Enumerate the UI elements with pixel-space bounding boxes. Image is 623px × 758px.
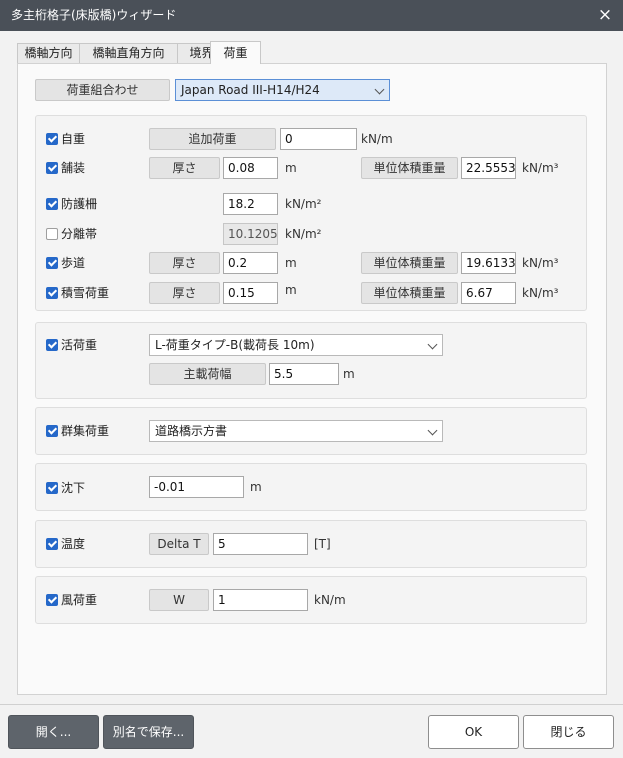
pavement-unit-weight-unit: kN/m³ (522, 161, 559, 175)
settlement-input[interactable]: -0.01 (149, 476, 244, 498)
live-load-value: L-荷重タイプ-B(載荷長 10m) (155, 338, 315, 352)
pavement-thickness-input[interactable]: 0.08 (223, 157, 278, 179)
pavement-unit-weight-input[interactable]: 22.5553 (461, 157, 516, 179)
main-loading-width-button[interactable]: 主載荷幅 (149, 363, 266, 385)
pavement-label: 舗装 (61, 161, 86, 175)
dialog-body: 橋軸方向 橋軸直角方向 境界 荷重 荷重組合わせ Japan Road III-… (0, 31, 623, 758)
snow-thickness-input[interactable]: 0.15 (223, 282, 278, 304)
crowd-load-select[interactable]: 道路橋示方書 (149, 420, 443, 442)
crowd-load-group: 群集荷重 道路橋示方書 (35, 407, 587, 455)
settlement-unit: m (250, 480, 262, 494)
checkbox-checked-icon (46, 339, 58, 351)
load-combination-select[interactable]: Japan Road III-H14/H24 (175, 79, 390, 101)
snow-unit-weight-input[interactable]: 6.67 (461, 282, 516, 304)
snow-unit-weight-button[interactable]: 単位体積重量 (361, 282, 458, 304)
checkbox-checked-icon (46, 198, 58, 210)
sidewalk-label: 歩道 (61, 256, 86, 270)
sidewalk-thickness-unit: m (285, 256, 297, 270)
self-weight-input[interactable]: 0 (280, 128, 357, 150)
close-icon[interactable]: × (596, 6, 614, 24)
dead-load-group: 自重 追加荷重 0 kN/m 舗装 厚さ 0.08 m 単位体積重量 22.55… (35, 115, 587, 311)
pavement-unit-weight-button[interactable]: 単位体積重量 (361, 157, 458, 179)
wind-w-button[interactable]: W (149, 589, 209, 611)
live-load-label: 活荷重 (61, 338, 98, 352)
load-combination-value: Japan Road III-H14/H24 (181, 83, 320, 97)
temperature-input[interactable]: 5 (213, 533, 308, 555)
sidewalk-unit-weight-unit: kN/m³ (522, 256, 559, 270)
checkbox-checked-icon (46, 594, 58, 606)
checkbox-unchecked-icon (46, 228, 58, 240)
close-button[interactable]: 閉じる (523, 715, 614, 749)
median-input: 10.1205 (223, 223, 278, 245)
wind-load-label: 風荷重 (61, 593, 98, 607)
crowd-load-label: 群集荷重 (61, 424, 110, 438)
chevron-down-icon (427, 425, 438, 436)
save-as-button[interactable]: 別名で保存... (103, 715, 194, 749)
checkbox-checked-icon (46, 133, 58, 145)
load-combination-button[interactable]: 荷重組合わせ (35, 79, 170, 101)
ok-button[interactable]: OK (428, 715, 519, 749)
crowd-load-value: 道路橋示方書 (155, 424, 228, 438)
window-title: 多主桁格子(床版橋)ウィザード (11, 8, 177, 22)
tab-longitudinal[interactable]: 橋軸方向 (17, 43, 80, 63)
self-weight-label: 自重 (61, 132, 86, 146)
live-load-group: 活荷重 L-荷重タイプ-B(載荷長 10m) 主載荷幅 5.5 m (35, 322, 587, 399)
temperature-unit: [T] (314, 537, 331, 551)
chevron-down-icon (374, 84, 385, 95)
wind-load-input[interactable]: 1 (213, 589, 308, 611)
sidewalk-unit-weight-input[interactable]: 19.6133 (461, 252, 516, 274)
median-label: 分離帯 (61, 227, 98, 241)
main-loading-width-unit: m (343, 367, 355, 381)
additional-load-button[interactable]: 追加荷重 (149, 128, 276, 150)
checkbox-checked-icon (46, 425, 58, 437)
chevron-down-icon (427, 339, 438, 350)
pavement-thickness-button[interactable]: 厚さ (149, 157, 220, 179)
temperature-label: 温度 (61, 537, 86, 551)
temperature-group: 温度 Delta T 5 [T] (35, 520, 587, 568)
checkbox-checked-icon (46, 257, 58, 269)
checkbox-checked-icon (46, 162, 58, 174)
wind-load-group: 風荷重 W 1 kN/m (35, 576, 587, 624)
checkbox-checked-icon (46, 538, 58, 550)
barrier-input[interactable]: 18.2 (223, 193, 278, 215)
self-weight-unit: kN/m (361, 132, 393, 146)
snow-thickness-button[interactable]: 厚さ (149, 282, 220, 304)
barrier-label: 防護柵 (61, 197, 98, 211)
barrier-unit: kN/m² (285, 197, 322, 211)
main-loading-width-input[interactable]: 5.5 (269, 363, 339, 385)
open-button[interactable]: 開く... (8, 715, 99, 749)
checkbox-checked-icon (46, 482, 58, 494)
snow-thickness-unit: m (285, 283, 297, 297)
sidewalk-unit-weight-button[interactable]: 単位体積重量 (361, 252, 458, 274)
snow-load-label: 積雪荷重 (61, 286, 110, 300)
tab-load[interactable]: 荷重 (210, 41, 261, 64)
footer-divider (0, 704, 623, 705)
sidewalk-thickness-button[interactable]: 厚さ (149, 252, 220, 274)
wind-load-unit: kN/m (314, 593, 346, 607)
title-bar: 多主桁格子(床版橋)ウィザード × (0, 0, 623, 31)
snow-unit-weight-unit: kN/m³ (522, 286, 559, 300)
sidewalk-thickness-input[interactable]: 0.2 (223, 252, 278, 274)
live-load-select[interactable]: L-荷重タイプ-B(載荷長 10m) (149, 334, 443, 356)
pavement-thickness-unit: m (285, 161, 297, 175)
settlement-group: 沈下 -0.01 m (35, 463, 587, 511)
median-unit: kN/m² (285, 227, 322, 241)
checkbox-checked-icon (46, 287, 58, 299)
tab-transverse[interactable]: 橋軸直角方向 (79, 43, 178, 63)
delta-t-button[interactable]: Delta T (149, 533, 209, 555)
load-tab-panel: 荷重組合わせ Japan Road III-H14/H24 自重 追加荷重 0 … (17, 63, 607, 695)
settlement-label: 沈下 (61, 481, 86, 495)
